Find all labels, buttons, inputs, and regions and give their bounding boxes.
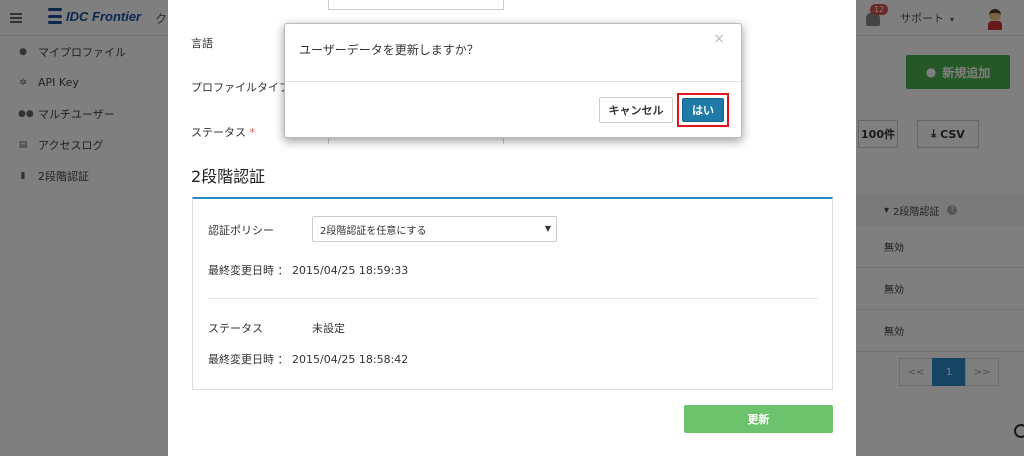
last-modified-status: 最終変更日時 ： 2015/04/25 18:58:42 — [208, 353, 409, 366]
required-mark: * — [249, 126, 256, 139]
status-label: ステータス * — [191, 126, 256, 139]
two-factor-status-value: 未設定 — [312, 322, 345, 335]
auth-policy-select[interactable]: 2段階認証を任意にする ▼ — [312, 216, 557, 242]
yes-button-highlight: はい — [677, 93, 729, 127]
caret-down-icon: ▼ — [544, 224, 551, 233]
confirm-message: ユーザーデータを更新しますか？ — [299, 43, 479, 57]
two-factor-status-label: ステータス — [208, 322, 263, 335]
update-button[interactable]: 更新 — [684, 405, 833, 433]
language-label: 言語 — [191, 37, 213, 50]
divider — [208, 298, 818, 299]
dialog-divider — [285, 81, 741, 82]
two-factor-section-title: 2段階認証 — [191, 167, 266, 186]
profile-type-label: プロファイルタイプ — [191, 81, 290, 94]
yes-button[interactable]: はい — [682, 98, 724, 122]
two-factor-panel: 認証ポリシー 2段階認証を任意にする ▼ 最終変更日時 ： 2015/04/25… — [192, 197, 833, 390]
field-input-partial[interactable] — [328, 0, 504, 10]
last-modified-policy: 最終変更日時 ： 2015/04/25 18:59:33 — [208, 264, 409, 277]
confirm-dialog: ユーザーデータを更新しますか？ × キャンセル はい — [284, 23, 742, 138]
auth-policy-label: 認証ポリシー — [208, 224, 274, 237]
cancel-button[interactable]: キャンセル — [599, 97, 673, 123]
close-icon[interactable]: × — [713, 31, 725, 47]
